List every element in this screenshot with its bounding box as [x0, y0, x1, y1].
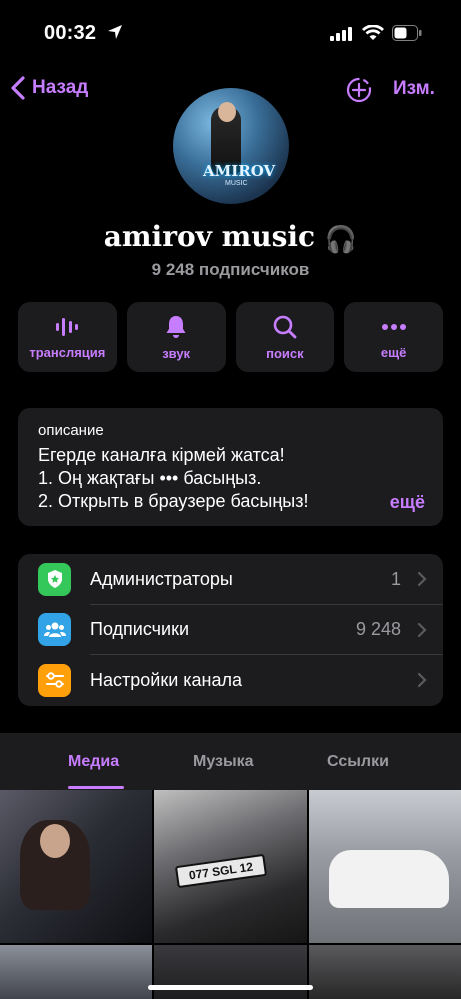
- search-icon: [273, 315, 297, 338]
- media-thumbnail[interactable]: [0, 790, 152, 943]
- subscribers-label: Подписчики: [90, 619, 190, 640]
- channel-settings-row[interactable]: Настройки канала: [18, 655, 443, 706]
- avatar-logo-subtext: MUSIC: [225, 180, 248, 187]
- search-button[interactable]: поиск: [235, 302, 335, 372]
- battery-icon: [392, 25, 422, 41]
- channel-title: amirov music 🎧: [0, 220, 461, 255]
- broadcast-button[interactable]: трансляция: [18, 302, 117, 372]
- sound-button[interactable]: звук: [126, 302, 226, 372]
- broadcast-icon: [56, 317, 79, 336]
- channel-settings-label: Настройки канала: [90, 669, 243, 690]
- chevron-right-icon: [417, 673, 427, 688]
- chevron-right-icon: [417, 622, 427, 637]
- media-thumbnail[interactable]: [0, 945, 152, 999]
- tab-links[interactable]: Ссылки: [327, 753, 389, 771]
- active-tab-indicator: [68, 786, 124, 789]
- photo-face: [40, 824, 70, 858]
- cellular-signal-icon: [330, 27, 352, 41]
- media-thumbnail[interactable]: [154, 945, 307, 999]
- more-icon: [381, 323, 406, 330]
- status-time: 00:32: [44, 22, 97, 44]
- chevron-left-icon: [11, 76, 25, 100]
- back-button[interactable]: Назад: [8, 74, 88, 102]
- shield-icon: [38, 562, 71, 596]
- home-indicator[interactable]: [148, 985, 313, 990]
- description-card: описание Егерде каналға кірмей жатса! 1.…: [18, 408, 443, 526]
- administrators-count: 1: [390, 568, 401, 589]
- avatar-logo-text: AMIROV: [203, 162, 276, 180]
- location-arrow-icon: [108, 25, 122, 39]
- back-label: Назад: [32, 77, 89, 98]
- description-label: описание: [38, 422, 104, 439]
- bell-icon: [166, 315, 186, 338]
- chevron-right-icon: [417, 572, 427, 587]
- subscriber-count: 9 248 подписчиков: [151, 260, 310, 279]
- status-bar: 00:32: [0, 0, 461, 64]
- headphones-icon: 🎧: [324, 225, 358, 255]
- description-line: Егерде каналға кірмей жатса!: [38, 445, 285, 465]
- description-line: 1. Оң жақтағы ••• басыңыз.: [38, 468, 262, 488]
- wifi-icon: [362, 25, 384, 40]
- media-thumbnail[interactable]: [309, 945, 461, 999]
- media-grid: 077 SGL 12: [0, 790, 461, 999]
- media-thumbnail[interactable]: 077 SGL 12: [154, 790, 307, 943]
- action-buttons: трансляция звук поиск ещё: [18, 302, 443, 372]
- subscribers-count: 9 248: [355, 619, 401, 640]
- more-button[interactable]: ещё: [344, 302, 443, 372]
- channel-avatar[interactable]: AMIROV MUSIC: [173, 88, 289, 204]
- search-label: поиск: [266, 345, 304, 361]
- people-icon: [38, 613, 71, 647]
- administrators-row[interactable]: Администраторы 1: [18, 554, 443, 605]
- administrators-label: Администраторы: [90, 568, 233, 589]
- license-plate: 077 SGL 12: [174, 853, 268, 889]
- add-story-button[interactable]: [345, 76, 373, 104]
- media-thumbnail[interactable]: [309, 790, 461, 943]
- subscribers-row[interactable]: Подписчики 9 248: [18, 605, 443, 656]
- channel-name: amirov music: [103, 220, 316, 253]
- sound-label: звук: [162, 345, 191, 361]
- broadcast-label: трансляция: [29, 344, 106, 360]
- edit-button[interactable]: Изм.: [393, 78, 435, 100]
- photo-car: [329, 850, 449, 908]
- settings-sliders-icon: [38, 663, 71, 697]
- avatar-face: [218, 102, 236, 122]
- channel-info-list: Администраторы 1 Подписчики 9 248 Настро…: [18, 554, 443, 706]
- more-label: ещё: [380, 344, 407, 360]
- tab-music[interactable]: Музыка: [193, 753, 254, 771]
- tab-media[interactable]: Медиа: [68, 753, 119, 771]
- description-more-link[interactable]: ещё: [365, 492, 425, 513]
